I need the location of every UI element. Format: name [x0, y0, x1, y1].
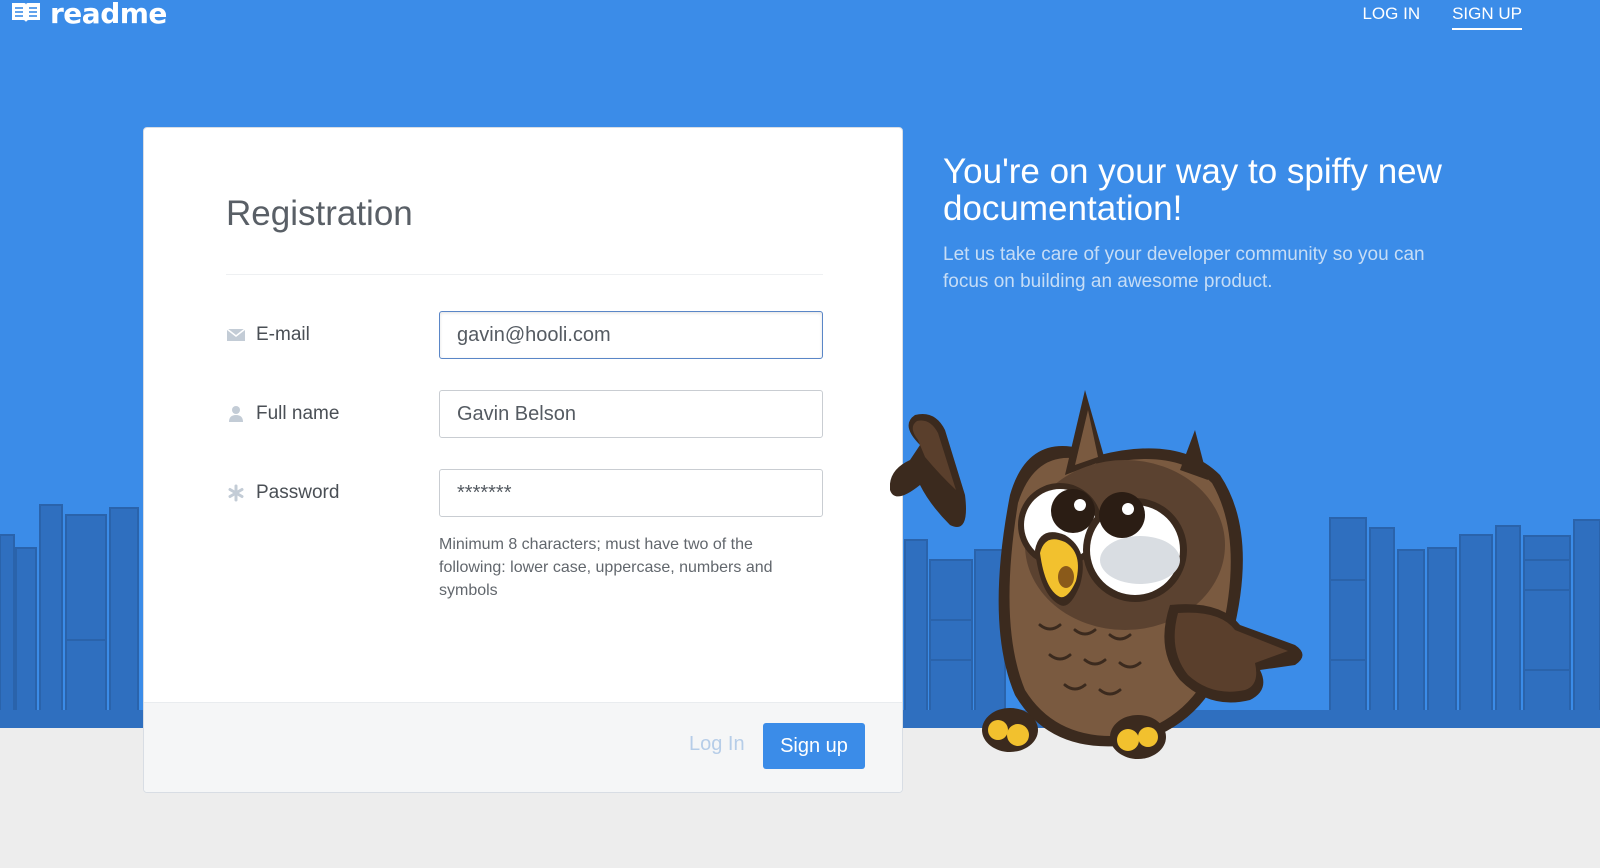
signup-button[interactable]: Sign up: [763, 723, 865, 769]
fullname-label: Full name: [226, 390, 339, 438]
email-field[interactable]: [439, 311, 823, 359]
book-icon: [10, 0, 42, 28]
registration-card: Registration E-mail Full name: [143, 127, 903, 793]
password-label-text: Password: [256, 482, 340, 503]
login-link[interactable]: Log In: [689, 733, 745, 756]
email-row: E-mail: [226, 311, 826, 359]
owl-mascot-illustration: [889, 385, 1350, 785]
envelope-icon: [226, 325, 246, 345]
password-row: Password: [226, 469, 826, 517]
password-hint: Minimum 8 characters; must have two of t…: [439, 536, 773, 599]
nav-signup-link[interactable]: SIGN UP: [1452, 4, 1522, 30]
asterisk-icon: [226, 483, 246, 503]
password-label: Password: [226, 469, 339, 517]
card-footer: Log In Sign up: [144, 702, 902, 792]
promo-subline: Let us take care of your developer commu…: [943, 244, 1425, 292]
divider: [226, 274, 823, 275]
logo[interactable]: readme: [10, 0, 167, 28]
top-nav: LOG IN SIGN UP: [1362, 4, 1522, 30]
user-icon: [226, 404, 246, 424]
password-field[interactable]: [439, 469, 823, 517]
email-label-text: E-mail: [256, 324, 310, 345]
promo-headline: You're on your way to spiffy new documen…: [943, 152, 1442, 228]
fullname-row: Full name: [226, 390, 826, 438]
page-title: Registration: [226, 194, 413, 233]
email-label: E-mail: [226, 311, 310, 359]
nav-login-link[interactable]: LOG IN: [1362, 4, 1420, 30]
fullname-field[interactable]: [439, 390, 823, 438]
fullname-label-text: Full name: [256, 403, 340, 424]
logo-text: readme: [50, 0, 167, 30]
